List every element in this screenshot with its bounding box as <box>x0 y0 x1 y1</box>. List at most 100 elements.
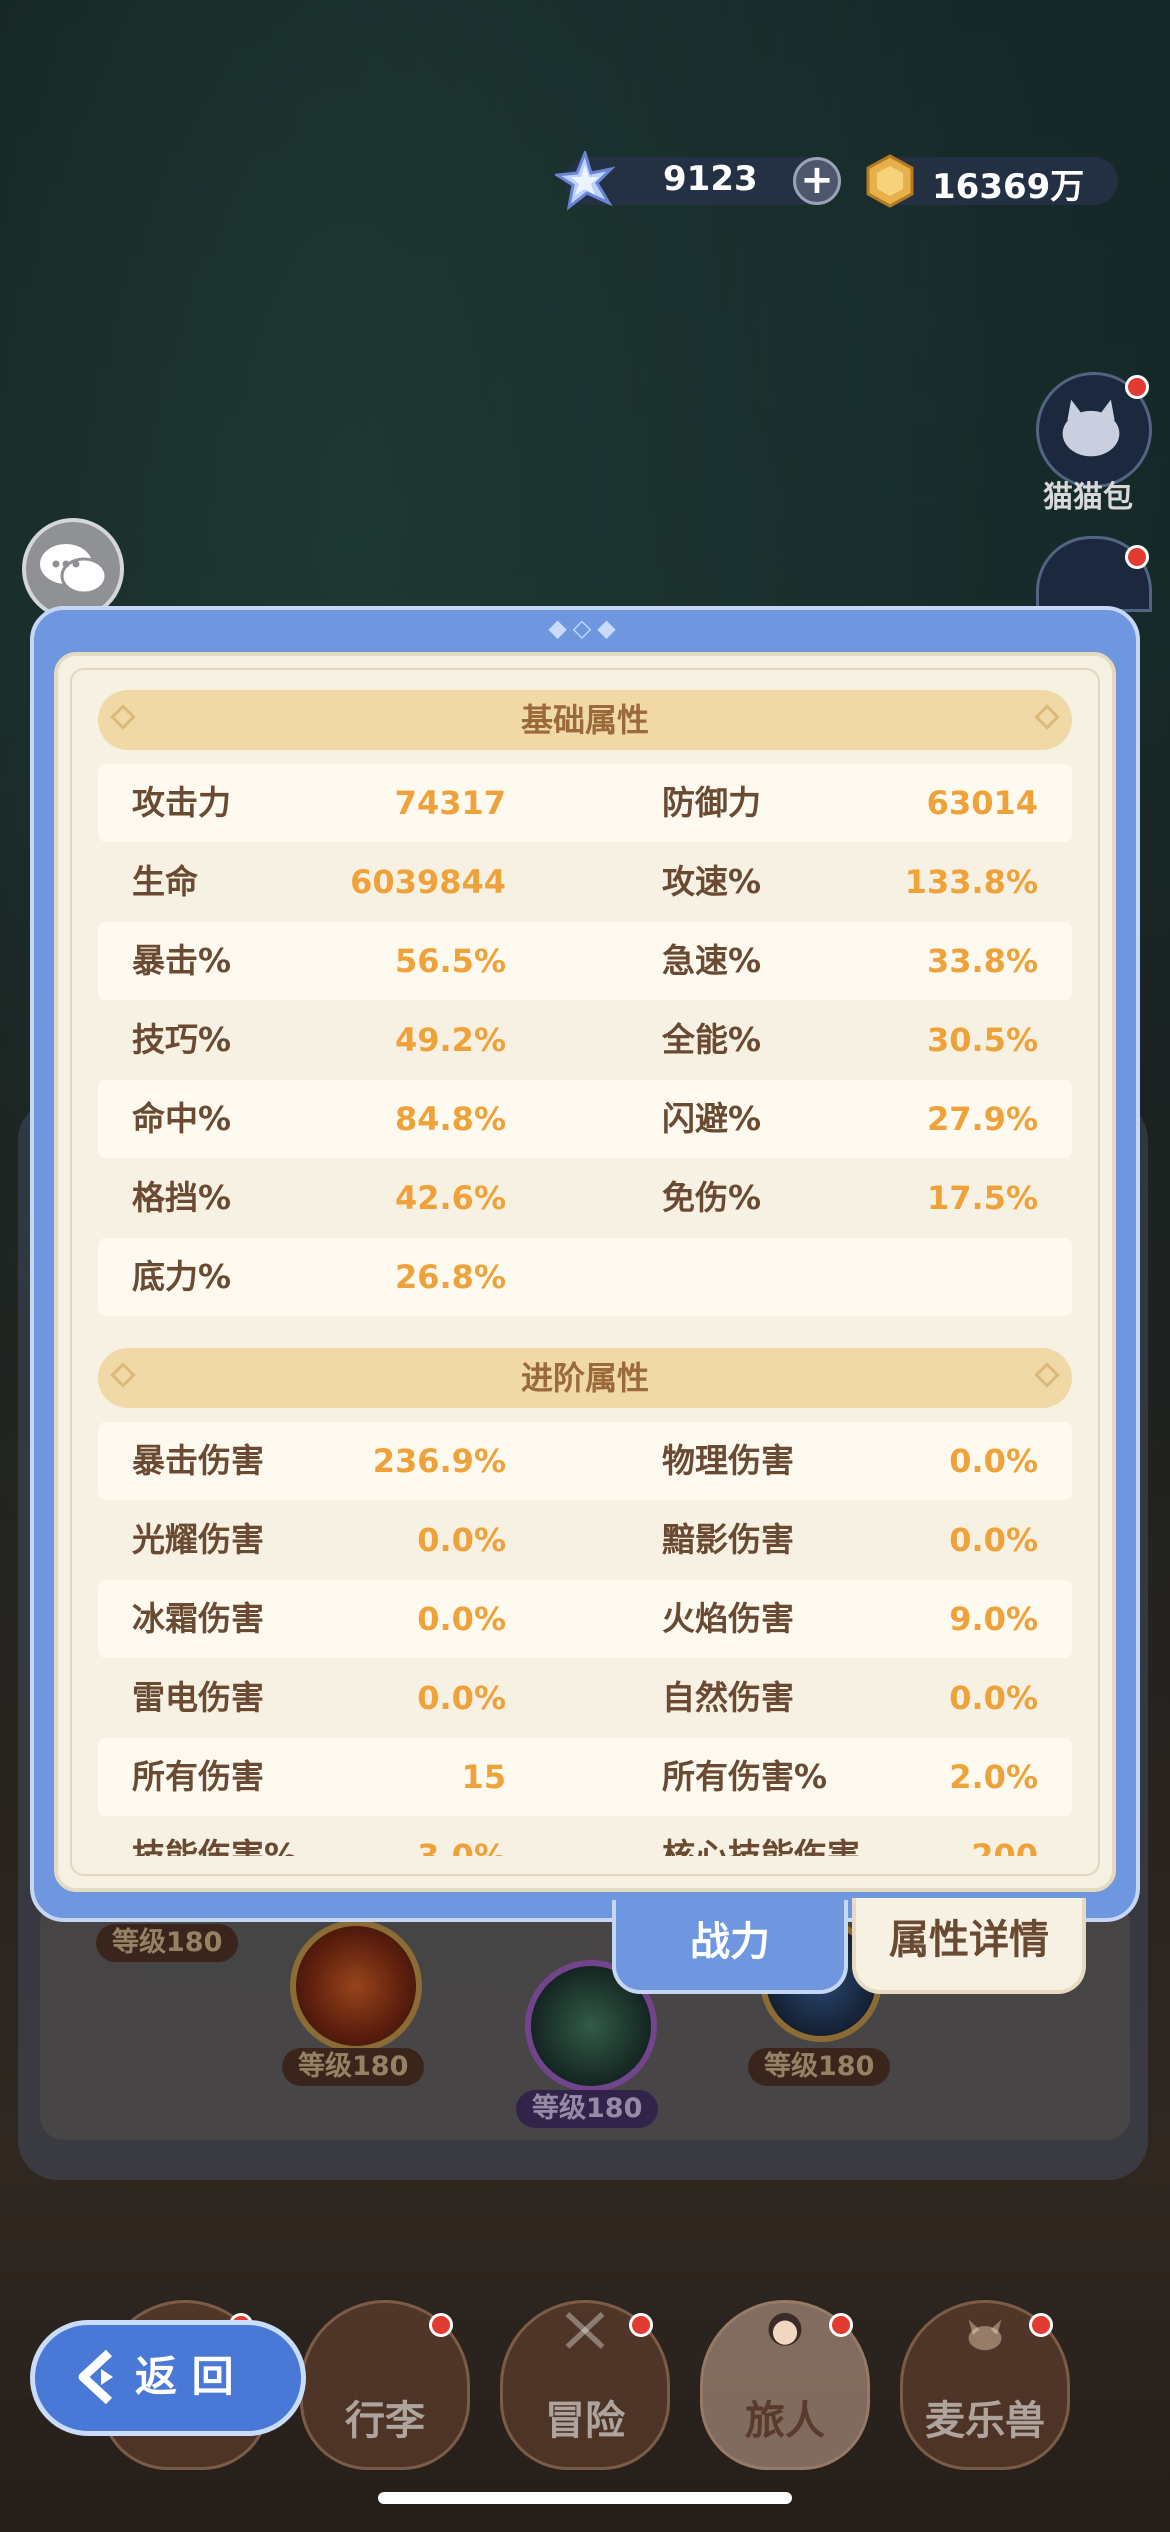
attribute-value: 17.5% <box>926 1179 1038 1217</box>
diamond-icon <box>1034 1362 1060 1388</box>
attribute-label: 暴击伤害 <box>132 1441 264 1480</box>
section-advanced-header: 进阶属性 <box>98 1348 1072 1408</box>
ornament-icon: ◆◇◆ <box>548 614 622 642</box>
attribute-value: 9.0% <box>949 1600 1038 1638</box>
chat-button[interactable] <box>22 518 124 620</box>
attribute-label: 所有伤害% <box>662 1757 828 1796</box>
attribute-label: 技巧% <box>132 1020 232 1059</box>
attribute-row: 暴击伤害 236.9% 物理伤害 0.0% <box>98 1422 1072 1500</box>
diamond-icon <box>1034 704 1060 730</box>
attribute-label: 技能伤害% <box>132 1836 298 1856</box>
attribute-label: 冰霜伤害 <box>132 1599 264 1638</box>
section-title: 进阶属性 <box>520 1359 649 1397</box>
notification-dot <box>1125 375 1149 399</box>
attribute-label: 全能% <box>662 1020 762 1059</box>
notification-dot <box>1029 2313 1053 2337</box>
attribute-value: 236.9% <box>372 1442 506 1480</box>
attribute-row: 暴击% 56.5% 急速% 33.8% <box>98 922 1072 1000</box>
attribute-value: 74317 <box>394 784 506 822</box>
attribute-label: 核心技能伤害 <box>662 1836 860 1856</box>
attribute-value: 3.0% <box>417 1837 506 1856</box>
attribute-value: 84.8% <box>394 1100 506 1138</box>
section-basic-header: 基础属性 <box>98 690 1072 750</box>
back-label: 返 回 <box>135 2352 234 2401</box>
gold-amount: 16369万 <box>932 167 1085 207</box>
attribute-row: 技能伤害% 3.0% 核心技能伤害 200 <box>98 1817 1072 1856</box>
gem-amount: 9123 <box>663 159 758 199</box>
add-gems-button[interactable]: + <box>793 157 841 205</box>
attribute-row: 所有伤害 15 所有伤害% 2.0% <box>98 1738 1072 1816</box>
attribute-label: 雷电伤害 <box>132 1678 264 1717</box>
attribute-value: 0.0% <box>417 1521 506 1559</box>
attribute-value: 200 <box>971 1837 1038 1856</box>
attribute-value: 26.8% <box>394 1258 506 1296</box>
attribute-value: 33.8% <box>926 942 1038 980</box>
attribute-row: 格挡% 42.6% 免伤% 17.5% <box>98 1159 1072 1237</box>
nav-label-traveler: 旅人 <box>745 2398 825 2444</box>
attribute-value: 56.5% <box>394 942 506 980</box>
attribute-label: 免伤% <box>662 1178 762 1217</box>
notification-dot <box>429 2313 453 2337</box>
attribute-label: 自然伤害 <box>662 1678 794 1717</box>
attribute-row: 雷电伤害 0.0% 自然伤害 0.0% <box>98 1659 1072 1737</box>
attribute-label: 底力% <box>132 1257 232 1296</box>
attribute-value: 15 <box>461 1758 506 1796</box>
tab-attribute-details[interactable]: 属性详情 <box>852 1898 1086 1994</box>
attribute-value: 63014 <box>926 784 1038 822</box>
crystal-star-icon <box>555 151 615 211</box>
attribute-label: 物理伤害 <box>662 1441 794 1480</box>
diamond-icon <box>110 1362 136 1388</box>
notification-dot <box>629 2313 653 2337</box>
attribute-value: 27.9% <box>926 1100 1038 1138</box>
attribute-value: 42.6% <box>394 1179 506 1217</box>
attribute-row: 光耀伤害 0.0% 黯影伤害 0.0% <box>98 1501 1072 1579</box>
attributes-scroll-area[interactable]: 基础属性 攻击力 74317 防御力 63014 生命 6039844 攻速% … <box>98 690 1072 1856</box>
attribute-value: 0.0% <box>417 1679 506 1717</box>
notification-dot <box>829 2313 853 2337</box>
nav-label-luggage: 行李 <box>345 2398 425 2444</box>
attribute-row: 底力% 26.8% <box>98 1238 1072 1316</box>
attribute-label: 命中% <box>132 1099 232 1138</box>
cat-bag-label: 猫猫包 <box>1043 480 1133 515</box>
attribute-label: 黯影伤害 <box>662 1520 794 1559</box>
gem-counter: 9123 + <box>555 151 841 211</box>
attribute-label: 光耀伤害 <box>132 1520 264 1559</box>
attribute-label: 所有伤害 <box>132 1757 264 1796</box>
attribute-label: 攻速% <box>662 862 762 901</box>
attribute-value: 0.0% <box>949 1679 1038 1717</box>
back-button[interactable]: 返 回 <box>30 2320 306 2436</box>
attribute-label: 生命 <box>132 862 198 901</box>
gold-coin-icon <box>866 154 914 208</box>
attribute-row: 命中% 84.8% 闪避% 27.9% <box>98 1080 1072 1158</box>
attribute-value: 49.2% <box>394 1021 506 1059</box>
attribute-label: 急速% <box>662 941 762 980</box>
attribute-label: 攻击力 <box>132 783 231 822</box>
attribute-row: 技巧% 49.2% 全能% 30.5% <box>98 1001 1072 1079</box>
attribute-label: 暴击% <box>132 941 232 980</box>
attribute-value: 30.5% <box>926 1021 1038 1059</box>
attribute-label: 闪避% <box>662 1099 762 1138</box>
gold-counter: 16369万 <box>866 154 1118 208</box>
notification-dot <box>1125 545 1149 569</box>
attribute-value: 2.0% <box>949 1758 1038 1796</box>
attribute-row: 冰霜伤害 0.0% 火焰伤害 9.0% <box>98 1580 1072 1658</box>
attribute-value: 0.0% <box>949 1521 1038 1559</box>
attribute-row: 生命 6039844 攻速% 133.8% <box>98 843 1072 921</box>
attribute-label: 防御力 <box>662 783 761 822</box>
home-indicator[interactable] <box>378 2492 792 2504</box>
attribute-value: 0.0% <box>417 1600 506 1638</box>
attribute-row: 攻击力 74317 防御力 63014 <box>98 764 1072 842</box>
chat-bubbles-icon <box>40 544 108 595</box>
back-arrow-icon <box>78 2349 113 2405</box>
attribute-value: 0.0% <box>949 1442 1038 1480</box>
section-title: 基础属性 <box>520 701 649 739</box>
nav-label-adventure: 冒险 <box>545 2398 625 2444</box>
diamond-icon <box>110 704 136 730</box>
nav-label-pet: 麦乐兽 <box>925 2398 1045 2444</box>
cat-bag-button[interactable] <box>1036 372 1152 488</box>
attribute-label: 火焰伤害 <box>662 1599 794 1638</box>
attribute-value: 133.8% <box>904 863 1038 901</box>
tab-power[interactable]: 战力 <box>612 1900 848 1994</box>
attribute-value: 6039844 <box>350 863 506 901</box>
attribute-label: 格挡% <box>132 1178 232 1217</box>
